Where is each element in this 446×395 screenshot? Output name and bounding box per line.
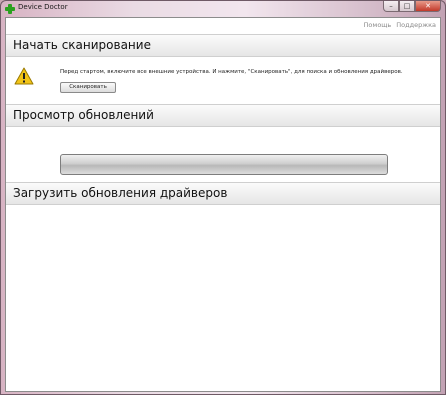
minimize-button[interactable]: – <box>383 1 399 12</box>
scan-section-header: Начать сканирование <box>6 34 440 57</box>
app-window: Device Doctor – □ ✕ Помощь Поддержка Нач… <box>0 0 446 395</box>
warning-icon <box>14 67 34 85</box>
maximize-button[interactable]: □ <box>399 1 415 12</box>
app-cross-icon <box>5 4 15 14</box>
support-link[interactable]: Поддержка <box>396 21 436 29</box>
scan-progress-bar <box>60 154 388 175</box>
window-controls: – □ ✕ <box>383 1 441 13</box>
title-bar[interactable]: Device Doctor – □ ✕ <box>1 1 445 17</box>
main-content: Помощь Поддержка Начать сканирование Пер… <box>5 17 441 392</box>
close-button[interactable]: ✕ <box>415 1 441 12</box>
help-link[interactable]: Помощь <box>364 21 392 29</box>
window-title: Device Doctor <box>18 3 68 11</box>
download-section-header: Загрузить обновления драйверов <box>6 182 440 205</box>
scan-instructions: Перед стартом, включите все внешние устр… <box>60 69 403 75</box>
updates-section-header: Просмотр обновлений <box>6 104 440 127</box>
scan-button[interactable]: Сканировать <box>60 82 116 93</box>
top-links: Помощь Поддержка <box>364 21 436 29</box>
